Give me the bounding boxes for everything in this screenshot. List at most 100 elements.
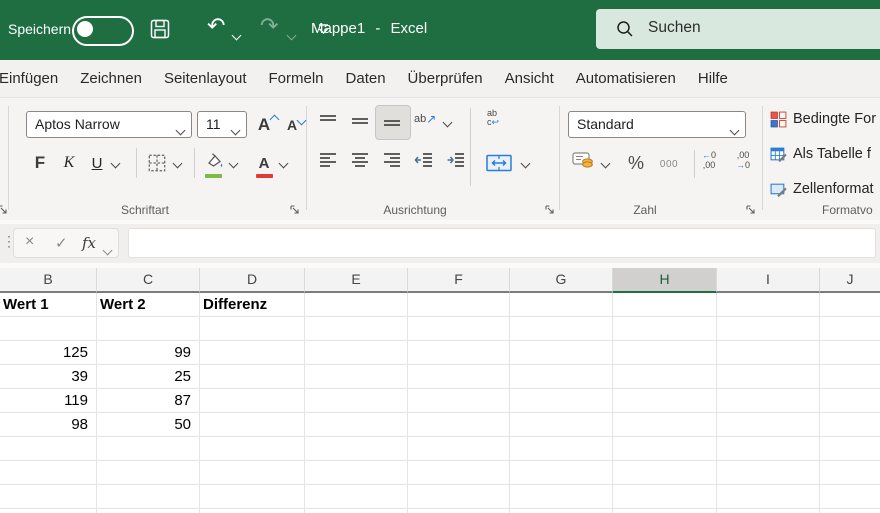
conditional-formatting-icon xyxy=(770,111,787,127)
cell-C5[interactable]: 87 xyxy=(97,389,200,412)
wrap-text-button[interactable]: ab c↩ xyxy=(487,109,499,127)
orientation-button[interactable]: ab ↗ xyxy=(414,112,436,126)
tab-automatisieren[interactable]: Automatisieren xyxy=(565,70,687,87)
column-header-F[interactable]: F xyxy=(408,268,510,293)
conditional-formatting-button[interactable]: Bedingte For xyxy=(770,105,876,133)
cell-C1[interactable]: Wert 2 xyxy=(97,293,200,316)
tab-formeln[interactable]: Formeln xyxy=(258,70,335,87)
font-color-dropdown-icon[interactable] xyxy=(278,158,289,169)
orientation-dropdown-icon[interactable] xyxy=(442,117,453,128)
underline-button[interactable]: U xyxy=(86,148,108,178)
align-right-button[interactable] xyxy=(382,150,402,170)
decrease-indent-button[interactable] xyxy=(414,150,434,170)
font-name-combo[interactable]: Aptos Narrow xyxy=(26,111,192,138)
cancel-icon[interactable]: × xyxy=(25,233,34,251)
number-dialog-launcher-icon[interactable] xyxy=(745,204,756,215)
tab-zeichnen[interactable]: Zeichnen xyxy=(69,70,153,87)
cell-B4[interactable]: 39 xyxy=(0,365,97,388)
grid-line xyxy=(819,293,820,513)
grid-line xyxy=(716,293,717,513)
align-top-button[interactable] xyxy=(318,111,338,131)
cell-C4[interactable]: 25 xyxy=(97,365,200,388)
grow-font-button[interactable]: A xyxy=(255,112,281,138)
column-header-H[interactable]: H xyxy=(613,268,717,293)
alignment-group-label: Ausrichtung xyxy=(383,203,447,217)
cell-D1[interactable]: Differenz xyxy=(200,293,305,316)
insert-function-icon[interactable]: fx xyxy=(82,234,96,252)
column-header-G[interactable]: G xyxy=(510,268,613,293)
tab-daten[interactable]: Daten xyxy=(335,70,397,87)
column-header-I[interactable]: I xyxy=(717,268,820,293)
autosave-toggle[interactable] xyxy=(72,16,134,46)
accounting-format-button[interactable] xyxy=(572,151,594,169)
align-left-button[interactable] xyxy=(318,150,338,170)
column-header-J[interactable]: J xyxy=(820,268,880,293)
enter-icon[interactable]: ✓ xyxy=(55,234,68,252)
font-size-combo[interactable]: 11 xyxy=(197,111,247,138)
tab-einfügen[interactable]: Einfügen xyxy=(0,70,69,87)
formula-buttons: × ✓ fx xyxy=(13,228,119,258)
column-header-C[interactable]: C xyxy=(97,268,200,293)
cell-B1[interactable]: Wert 1 xyxy=(0,293,97,316)
borders-dropdown-icon[interactable] xyxy=(172,158,183,169)
alignment-dialog-launcher-icon[interactable] xyxy=(544,204,555,215)
search-icon xyxy=(617,21,633,37)
grid-line xyxy=(304,293,305,513)
tab-ansicht[interactable]: Ansicht xyxy=(494,70,565,87)
shrink-font-button[interactable]: A xyxy=(284,112,308,138)
column-header-B[interactable]: B xyxy=(0,268,97,293)
cell-styles-button[interactable]: Zellenformat xyxy=(770,175,874,203)
grid-line xyxy=(509,293,510,513)
tab-hilfe[interactable]: Hilfe xyxy=(687,70,739,87)
accounting-dropdown-icon[interactable] xyxy=(600,158,611,169)
fill-color-bar xyxy=(205,174,222,178)
number-format-combo[interactable]: Standard xyxy=(568,111,746,138)
merge-dropdown-icon[interactable] xyxy=(520,158,531,169)
format-as-table-button[interactable]: Als Tabelle f xyxy=(770,140,871,168)
underline-dropdown-icon[interactable] xyxy=(110,158,121,169)
number-format-value: Standard xyxy=(577,116,634,132)
italic-button[interactable]: K xyxy=(58,148,80,178)
group-separator xyxy=(559,106,560,210)
cell-C6[interactable]: 50 xyxy=(97,413,200,436)
fill-color-button[interactable] xyxy=(202,148,226,178)
increase-indent-button[interactable] xyxy=(446,150,466,170)
search-box[interactable]: Suchen xyxy=(596,9,880,49)
cell-B3[interactable]: 125 xyxy=(0,341,97,364)
fill-color-dropdown-icon[interactable] xyxy=(228,158,239,169)
column-header-D[interactable]: D xyxy=(200,268,305,293)
bold-button[interactable]: F xyxy=(28,148,52,178)
fx-dropdown-icon[interactable] xyxy=(102,241,113,259)
font-dialog-launcher-icon[interactable] xyxy=(289,204,300,215)
align-bottom-button[interactable] xyxy=(382,111,402,131)
title-bar: Speichern ↶ ↷ Mappe1 - Excel Suchen xyxy=(0,0,880,60)
autosave-label: Speichern xyxy=(8,21,72,37)
search-placeholder: Suchen xyxy=(648,19,701,36)
redo-icon[interactable]: ↷ xyxy=(260,15,278,37)
merge-center-button[interactable] xyxy=(486,152,512,174)
decrease-decimal-button[interactable]: ,00 →0 xyxy=(736,150,750,170)
cell-B6[interactable]: 98 xyxy=(0,413,97,436)
cell-B5[interactable]: 119 xyxy=(0,389,97,412)
increase-decimal-button[interactable]: ←0 ,00 xyxy=(702,150,716,170)
align-center-button[interactable] xyxy=(350,150,370,170)
percent-style-button[interactable]: % xyxy=(624,150,648,176)
clipboard-dialog-launcher-icon[interactable] xyxy=(0,204,8,215)
borders-icon[interactable] xyxy=(146,152,168,174)
undo-dropdown-icon[interactable] xyxy=(231,26,242,44)
comma-style-button[interactable]: 000 xyxy=(654,156,684,172)
align-middle-button[interactable] xyxy=(350,111,370,131)
sheet-grid[interactable]: Wert 1 Wert 2 Differenz 125 99 39 25 119 87 98 50 xyxy=(0,293,880,513)
font-color-button[interactable]: A xyxy=(252,148,276,178)
undo-icon[interactable]: ↶ xyxy=(207,15,225,37)
cell-C3[interactable]: 99 xyxy=(97,341,200,364)
column-header-E[interactable]: E xyxy=(305,268,408,293)
save-icon[interactable] xyxy=(150,19,170,39)
tab-seitenlayout[interactable]: Seitenlayout xyxy=(153,70,258,87)
ribbon-tabs: Einfügen Zeichnen Seitenlayout Formeln Daten… xyxy=(0,60,880,97)
formula-input[interactable] xyxy=(128,228,876,258)
font-color-bar xyxy=(256,174,273,178)
redo-dropdown-icon[interactable] xyxy=(286,26,297,44)
toggle-knob xyxy=(77,21,93,37)
tab-überprüfen[interactable]: Überprüfen xyxy=(397,70,494,87)
